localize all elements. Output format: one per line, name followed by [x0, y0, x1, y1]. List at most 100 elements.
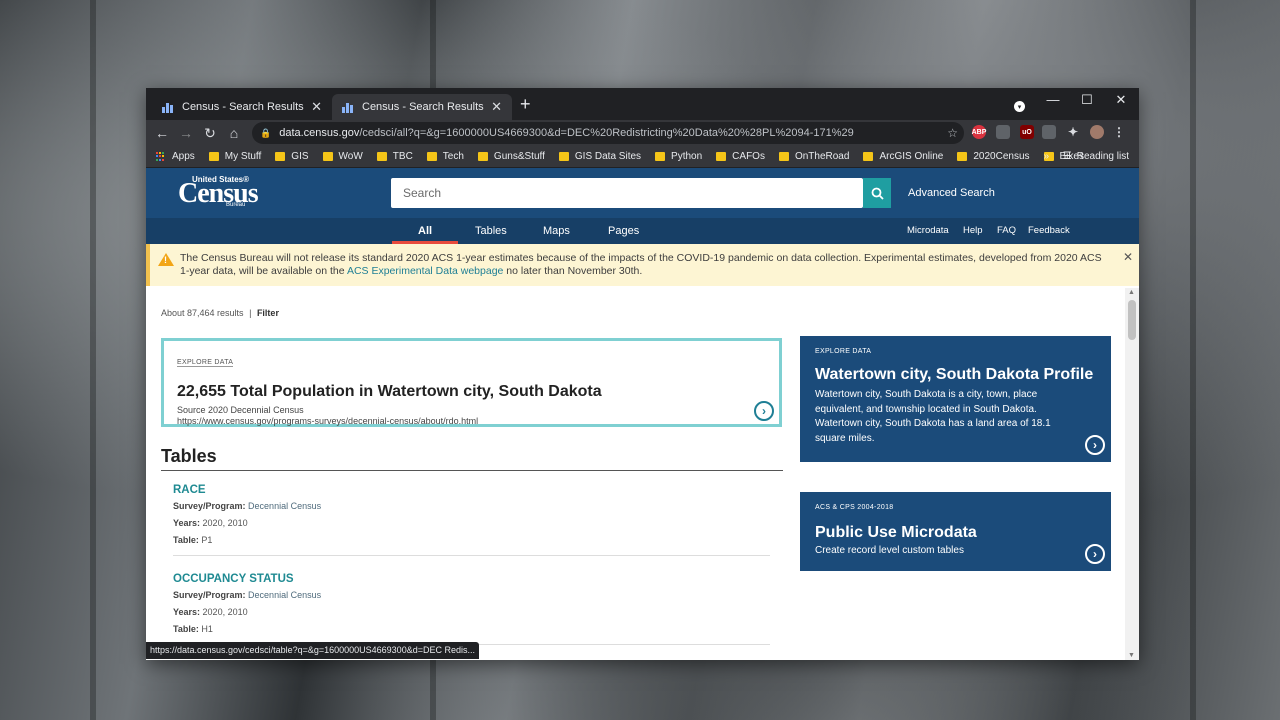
folder-icon — [655, 152, 666, 161]
extension-icon[interactable] — [1042, 125, 1056, 139]
bookmark-folder[interactable]: TBC — [376, 151, 413, 162]
lock-icon: 🔒 — [260, 127, 272, 138]
card-label: ACS & CPS 2004-2018 — [815, 504, 894, 511]
nav-tab-all[interactable]: All — [418, 225, 432, 237]
search-icon — [871, 187, 884, 200]
explore-data-card[interactable]: EXPLORE DATA 22,655 Total Population in … — [161, 338, 782, 427]
folder-icon — [376, 152, 387, 161]
acs-experimental-link[interactable]: ACS Experimental Data webpage — [347, 265, 503, 277]
bookmark-label: WoW — [338, 151, 363, 162]
tab-census-2[interactable]: Census - Search Results ✕ — [332, 94, 512, 120]
maximize-icon[interactable]: ☐ — [1070, 92, 1104, 108]
table-id-row: Table: H1 — [173, 624, 770, 634]
reload-icon[interactable]: ↻ — [198, 125, 222, 142]
back-icon[interactable]: ← — [150, 125, 174, 141]
adblock-plus-icon[interactable]: ABP — [972, 125, 986, 139]
bookmark-apps[interactable]: Apps — [156, 151, 195, 162]
address-bar[interactable]: 🔒 data.census.gov/cedsci/all?q=&g=160000… — [252, 122, 964, 144]
ublock-icon[interactable]: uO — [1020, 125, 1034, 139]
close-icon[interactable]: ✕ — [311, 99, 322, 115]
nav-link-help[interactable]: Help — [963, 225, 983, 236]
nav-link-feedback[interactable]: Feedback — [1028, 225, 1070, 236]
scroll-down-icon[interactable]: ▼ — [1128, 652, 1135, 659]
source-url[interactable]: https://www.census.gov/programs-surveys/… — [177, 416, 766, 427]
bookmark-label: My Stuff — [224, 151, 262, 162]
tab-search-icon[interactable]: ▾ — [1014, 101, 1025, 112]
search-button[interactable] — [863, 178, 891, 208]
search-input[interactable]: Search — [391, 178, 863, 208]
search-placeholder: Search — [403, 186, 442, 200]
card-title[interactable]: Public Use Microdata — [815, 524, 1096, 542]
results-content: About 87,464 results | Filter EXPLORE DA… — [146, 288, 1125, 660]
bookmark-folder[interactable]: Tech — [426, 151, 464, 162]
advanced-search-link[interactable]: Advanced Search — [908, 187, 995, 199]
table-result: OCCUPANCY STATUS Survey/Program: Decenni… — [173, 573, 770, 645]
survey-value[interactable]: Decennial Census — [248, 590, 321, 600]
table-title-link[interactable]: OCCUPANCY STATUS — [173, 573, 770, 585]
new-tab-icon[interactable]: + — [520, 94, 531, 115]
menu-kebab-icon[interactable]: ⋮ — [1112, 125, 1126, 139]
profile-card[interactable]: EXPLORE DATA Watertown city, South Dakot… — [800, 336, 1111, 462]
forward-icon[interactable]: → — [174, 125, 198, 141]
close-icon[interactable]: ✕ — [491, 99, 502, 115]
puzzle-extensions-icon[interactable]: ✦ — [1066, 125, 1080, 139]
minimize-icon[interactable]: — — [1036, 92, 1070, 107]
table-id-value: P1 — [201, 535, 213, 545]
bookmark-folder[interactable]: GIS — [275, 151, 309, 162]
survey-row: Survey/Program: Decennial Census — [173, 501, 770, 511]
census-favicon-icon — [162, 101, 174, 113]
page-scrollbar[interactable]: ▲ ▼ — [1125, 288, 1139, 660]
card-title[interactable]: Watertown city, South Dakota Profile — [815, 366, 1096, 384]
bookmark-folder[interactable]: WoW — [322, 151, 363, 162]
close-icon[interactable]: ✕ — [1123, 250, 1133, 265]
results-separator: | — [249, 308, 252, 318]
arrow-right-icon[interactable]: › — [754, 401, 774, 421]
bookmark-folder[interactable]: GIS Data Sites — [558, 151, 641, 162]
card-label: EXPLORE DATA — [177, 359, 234, 367]
bookmark-label: OnTheRoad — [794, 151, 850, 162]
bookmark-label: TBC — [392, 151, 413, 162]
home-icon[interactable]: ⌂ — [222, 125, 246, 141]
scroll-thumb[interactable] — [1128, 300, 1136, 340]
window-close-icon[interactable]: ✕ — [1104, 92, 1138, 108]
card-source: Source 2020 Decennial Census https://www… — [177, 405, 766, 427]
arrow-right-icon[interactable]: › — [1085, 544, 1105, 564]
table-title-link[interactable]: RACE — [173, 484, 770, 496]
field-label: Years: — [173, 518, 201, 528]
bookmark-folder[interactable]: My Stuff — [208, 151, 262, 162]
field-label: Survey/Program: — [173, 590, 246, 600]
bookmark-label: 2020Census — [973, 151, 1030, 162]
field-label: Years: — [173, 607, 201, 617]
nav-link-microdata[interactable]: Microdata — [907, 225, 949, 236]
bookmark-label: ArcGIS Online — [879, 151, 944, 162]
arrow-right-icon[interactable]: › — [1085, 435, 1105, 455]
bookmark-folder[interactable]: ArcGIS Online — [863, 151, 943, 162]
reading-list-button[interactable]: ☰ Reading list — [1063, 151, 1129, 162]
scroll-up-icon[interactable]: ▲ — [1128, 289, 1135, 296]
nav-tab-pages[interactable]: Pages — [608, 225, 639, 237]
bookmark-folder[interactable]: 2020Census — [957, 151, 1030, 162]
nav-link-faq[interactable]: FAQ — [997, 225, 1016, 236]
extension-icon[interactable] — [996, 125, 1010, 139]
avatar[interactable] — [1090, 125, 1104, 139]
tab-census-1[interactable]: Census - Search Results ✕ — [152, 94, 332, 120]
nav-tab-tables[interactable]: Tables — [475, 225, 507, 237]
bookmark-folder[interactable]: OnTheRoad — [778, 151, 850, 162]
apps-grid-icon — [156, 151, 166, 162]
logo-census: Census — [178, 178, 259, 209]
bookmarks-overflow-icon[interactable]: » — [1043, 151, 1049, 162]
bookmark-star-icon[interactable]: ☆ — [947, 126, 958, 140]
folder-icon — [957, 152, 968, 161]
survey-value[interactable]: Decennial Census — [248, 501, 321, 511]
bookmark-folder[interactable]: Python — [655, 151, 702, 162]
bookmark-folder[interactable]: Guns&Stuff — [477, 151, 545, 162]
card-title[interactable]: 22,655 Total Population in Watertown cit… — [177, 383, 766, 401]
nav-tab-maps[interactable]: Maps — [543, 225, 570, 237]
results-count: About 87,464 results | Filter — [161, 308, 279, 318]
folder-icon — [477, 152, 488, 161]
tab-title: Census - Search Results — [182, 101, 304, 113]
bookmark-label: GIS — [291, 151, 309, 162]
bookmark-folder[interactable]: CAFOs — [716, 151, 765, 162]
filter-link[interactable]: Filter — [257, 308, 279, 318]
microdata-card[interactable]: ACS & CPS 2004-2018 Public Use Microdata… — [800, 492, 1111, 571]
